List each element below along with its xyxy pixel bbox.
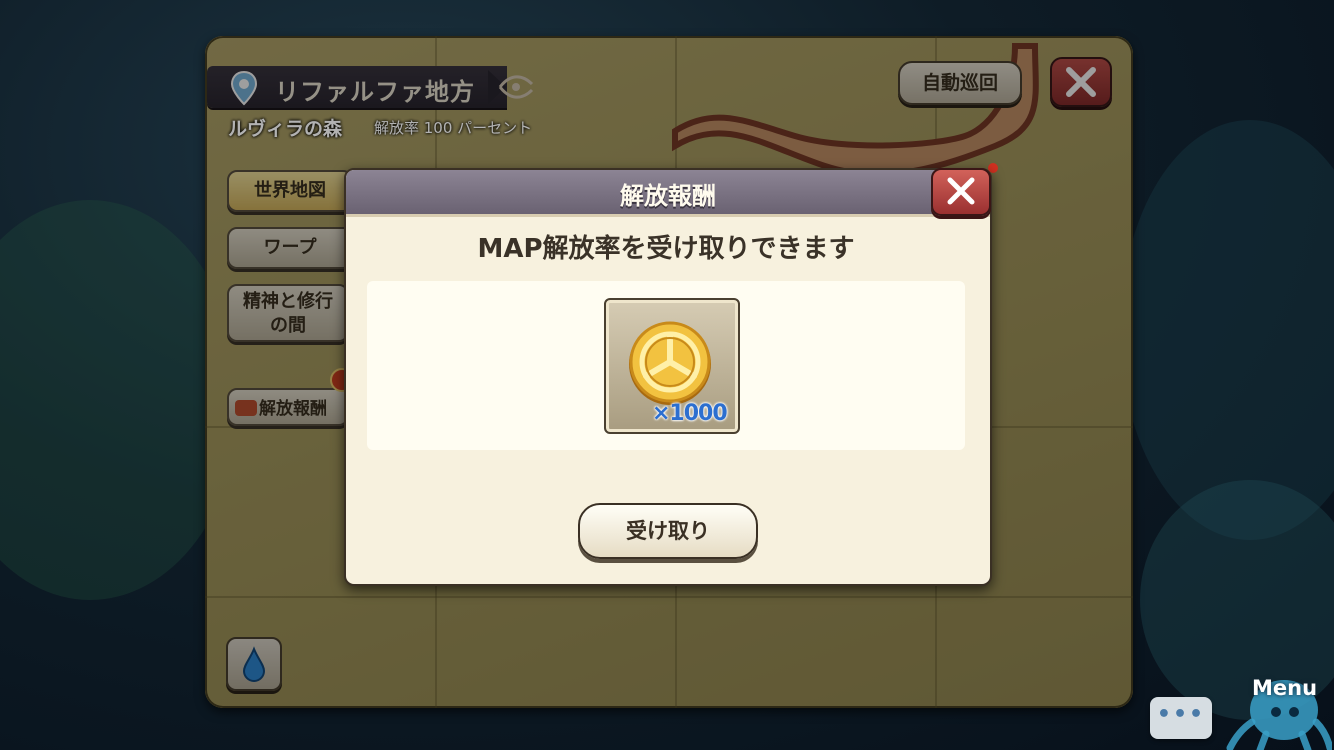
spirit-training-room-button[interactable]: 精神と修行 の間 bbox=[227, 284, 349, 342]
chat-button[interactable]: ••• bbox=[1150, 697, 1212, 739]
reward-quantity: ×1000 bbox=[652, 401, 728, 426]
dialog-title: 解放報酬 bbox=[620, 182, 716, 210]
background-foliage bbox=[1120, 120, 1334, 540]
dialog-close-button[interactable] bbox=[931, 168, 991, 216]
warp-button[interactable]: ワープ bbox=[227, 227, 353, 269]
liberation-rate: 解放率 100 パーセント bbox=[374, 119, 533, 137]
dialog-header: 解放報酬 bbox=[346, 170, 990, 217]
banner-ornament bbox=[488, 70, 534, 104]
menu-mascot-icon bbox=[1226, 680, 1332, 750]
menu-button[interactable]: Menu bbox=[1252, 676, 1317, 700]
location-pin-icon bbox=[230, 70, 258, 106]
close-icon bbox=[947, 177, 975, 205]
button-label-line: 精神と修行 bbox=[243, 291, 333, 312]
button-label-line: の間 bbox=[270, 315, 306, 336]
region-banner: リファルファ地方 bbox=[207, 66, 507, 108]
world-map-button[interactable]: 世界地図 bbox=[227, 170, 353, 212]
gift-icon bbox=[235, 400, 257, 416]
background-foliage bbox=[0, 200, 240, 600]
water-drop-icon bbox=[242, 646, 266, 682]
region-name: リファルファ地方 bbox=[275, 78, 475, 106]
liberation-reward-side-button[interactable]: 解放報酬 bbox=[227, 388, 349, 426]
area-name: ルヴィラの森 bbox=[228, 118, 343, 140]
gold-coin-icon bbox=[629, 321, 711, 405]
chat-bubble-icon: ••• bbox=[1156, 702, 1206, 727]
button-label: 解放報酬 bbox=[259, 399, 327, 419]
water-drop-button[interactable] bbox=[226, 637, 282, 691]
map-close-button[interactable] bbox=[1050, 57, 1112, 107]
close-icon bbox=[1066, 67, 1096, 97]
auto-patrol-button[interactable]: 自動巡回 bbox=[898, 61, 1022, 105]
dialog-message: MAP解放率を受け取りできます bbox=[477, 234, 855, 264]
receive-button[interactable]: 受け取り bbox=[578, 503, 758, 559]
